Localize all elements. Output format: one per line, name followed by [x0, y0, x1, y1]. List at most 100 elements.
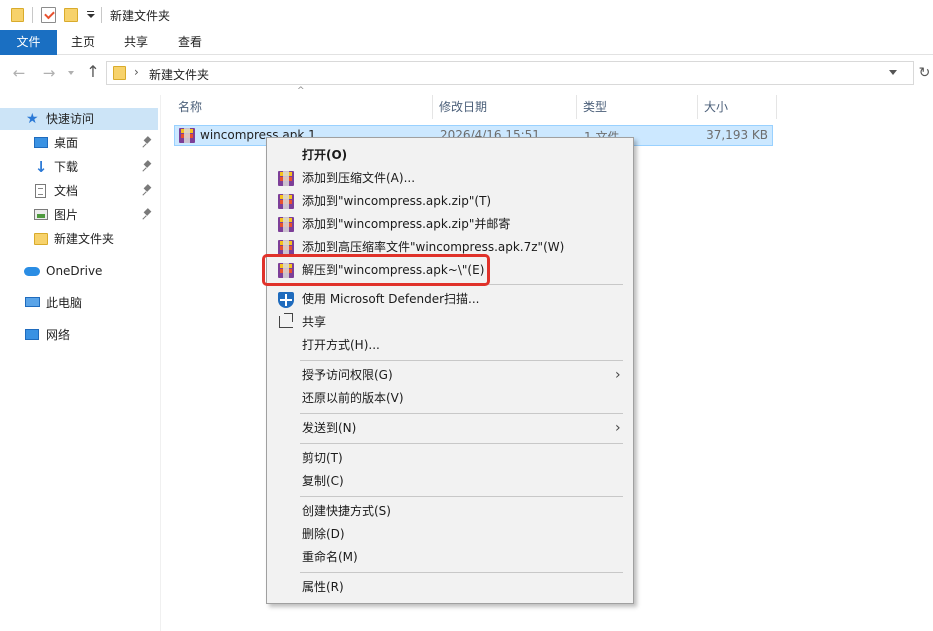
pictures-icon	[34, 209, 48, 220]
pin-icon	[143, 160, 152, 173]
up-arrow-icon[interactable]: ↑	[86, 64, 100, 80]
sidebar-item-documents[interactable]: 文档	[0, 180, 158, 202]
menu-item-open[interactable]: 打开(O)	[269, 144, 631, 167]
menu-item-rename[interactable]: 重命名(M)	[269, 546, 631, 569]
menu-item-delete[interactable]: 删除(D)	[269, 523, 631, 546]
divider	[32, 7, 33, 23]
menu-separator	[300, 360, 623, 361]
sidebar-item-label: 文档	[54, 184, 79, 198]
winrar-icon	[278, 194, 294, 209]
sidebar-item-label: 网络	[46, 328, 71, 342]
sidebar-item-network[interactable]: 网络	[0, 324, 158, 346]
new-folder-icon[interactable]	[64, 8, 78, 22]
winrar-icon	[278, 240, 294, 255]
address-history-dropdown-icon[interactable]	[888, 68, 897, 77]
pin-icon	[143, 208, 152, 221]
column-header-name[interactable]: 名称	[178, 95, 202, 119]
menu-item-label: 添加到"wincompress.apk.zip"并邮寄	[302, 217, 511, 231]
sidebar-item-quick-access[interactable]: ★ 快速访问	[0, 108, 158, 130]
menu-item-label: 发送到(N)	[302, 421, 357, 435]
title-bar: 新建文件夹	[0, 0, 933, 30]
menu-item-share[interactable]: 共享	[269, 311, 631, 334]
sidebar-item-desktop[interactable]: 桌面	[0, 132, 158, 154]
navigation-pane: ★ 快速访问 桌面 ↓ 下载 文档 图片 新建文件夹 OneDrive 此电脑 …	[0, 95, 160, 631]
menu-item-create-shortcut[interactable]: 创建快捷方式(S)	[269, 500, 631, 523]
tab-home[interactable]: 主页	[57, 30, 109, 55]
menu-item-properties[interactable]: 属性(R)	[269, 576, 631, 599]
menu-item-label: 重命名(M)	[302, 550, 358, 564]
chevron-right-icon: ›	[615, 420, 621, 436]
tab-share[interactable]: 共享	[109, 30, 163, 55]
sidebar-item-this-pc[interactable]: 此电脑	[0, 292, 158, 314]
sidebar-item-label: OneDrive	[46, 264, 103, 278]
breadcrumb-segment[interactable]: 新建文件夹	[149, 66, 209, 83]
chevron-right-icon[interactable]: ›	[134, 65, 139, 79]
column-divider[interactable]	[697, 95, 698, 119]
address-bar[interactable]: › 新建文件夹	[106, 61, 914, 85]
winrar-icon	[278, 217, 294, 232]
sidebar-item-pictures[interactable]: 图片	[0, 204, 158, 226]
properties-icon[interactable]	[41, 7, 56, 23]
folder-icon	[11, 8, 24, 22]
context-menu: 打开(O) 添加到压缩文件(A)... 添加到"wincompress.apk.…	[266, 137, 634, 604]
sidebar-item-downloads[interactable]: ↓ 下载	[0, 156, 158, 178]
menu-separator	[300, 413, 623, 414]
menu-separator	[300, 496, 623, 497]
sidebar-item-label: 下载	[54, 160, 79, 174]
document-icon	[35, 184, 46, 198]
cloud-icon	[24, 267, 40, 276]
download-icon: ↓	[34, 158, 48, 176]
menu-item-cut[interactable]: 剪切(T)	[269, 447, 631, 470]
refresh-icon[interactable]: ↻	[916, 62, 933, 84]
folder-icon	[113, 66, 126, 80]
menu-item-defender-scan[interactable]: 使用 Microsoft Defender扫描...	[269, 288, 631, 311]
folder-icon	[34, 233, 48, 245]
sort-ascending-icon: ^	[297, 86, 305, 96]
forward-arrow-icon[interactable]: →	[42, 66, 56, 81]
column-divider[interactable]	[576, 95, 577, 119]
customize-quick-access-dropdown-icon[interactable]	[86, 9, 95, 21]
sidebar-item-label: 快速访问	[46, 112, 95, 126]
menu-item-label: 剪切(T)	[302, 451, 343, 465]
column-header-date[interactable]: 修改日期	[439, 95, 487, 119]
sidebar-item-new-folder[interactable]: 新建文件夹	[0, 228, 158, 250]
column-header-size[interactable]: 大小	[704, 95, 728, 119]
tab-view[interactable]: 查看	[163, 30, 217, 55]
defender-shield-icon	[278, 292, 294, 308]
column-divider[interactable]	[776, 95, 777, 119]
menu-item-add-to-archive[interactable]: 添加到压缩文件(A)...	[269, 167, 631, 190]
pane-divider[interactable]	[160, 95, 161, 631]
menu-item-add-to-zip-and-email[interactable]: 添加到"wincompress.apk.zip"并邮寄	[269, 213, 631, 236]
chevron-right-icon: ›	[615, 367, 621, 383]
menu-item-label: 属性(R)	[302, 580, 344, 594]
menu-item-label: 还原以前的版本(V)	[302, 391, 404, 405]
sidebar-item-onedrive[interactable]: OneDrive	[0, 260, 158, 282]
menu-item-send-to[interactable]: 发送到(N) ›	[269, 417, 631, 440]
sidebar-item-label: 此电脑	[46, 296, 83, 310]
menu-item-open-with[interactable]: 打开方式(H)...	[269, 334, 631, 357]
menu-item-label: 添加到压缩文件(A)...	[302, 171, 416, 185]
menu-item-label: 添加到"wincompress.apk.zip"(T)	[302, 194, 492, 208]
tab-file[interactable]: 文件	[0, 30, 57, 55]
menu-item-label: 打开方式(H)...	[302, 338, 380, 352]
menu-item-grant-access[interactable]: 授予访问权限(G) ›	[269, 364, 631, 387]
winrar-icon	[179, 128, 195, 143]
menu-item-label: 授予访问权限(G)	[302, 368, 393, 382]
menu-item-label: 共享	[302, 315, 327, 329]
menu-item-label: 删除(D)	[302, 527, 345, 541]
desktop-icon	[34, 137, 48, 148]
file-size: 37,193 KB	[706, 128, 768, 142]
menu-item-label: 创建快捷方式(S)	[302, 504, 391, 518]
recent-locations-dropdown-icon[interactable]	[68, 71, 74, 75]
menu-separator	[300, 443, 623, 444]
window-title: 新建文件夹	[110, 9, 171, 23]
back-arrow-icon[interactable]: ←	[12, 66, 26, 81]
menu-item-copy[interactable]: 复制(C)	[269, 470, 631, 493]
menu-item-add-to-zip[interactable]: 添加到"wincompress.apk.zip"(T)	[269, 190, 631, 213]
column-header-type[interactable]: 类型	[583, 95, 607, 119]
highlight-annotation-box	[262, 254, 490, 286]
share-icon	[278, 315, 294, 330]
menu-item-restore-previous-versions[interactable]: 还原以前的版本(V)	[269, 387, 631, 410]
column-divider[interactable]	[432, 95, 433, 119]
winrar-icon	[278, 171, 294, 186]
